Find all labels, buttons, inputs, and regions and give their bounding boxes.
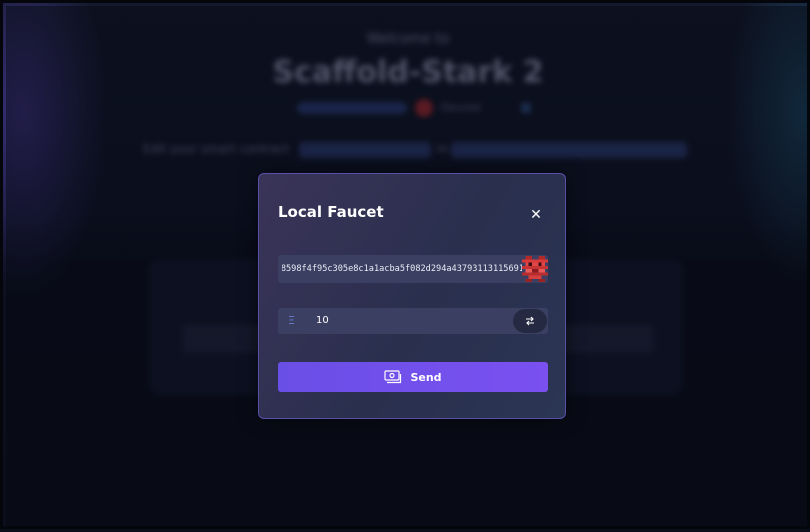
amount-input[interactable]: Ξ 10: [278, 308, 548, 334]
faucet-modal: Local Faucet ✕ 0x64b48806902a367c8598f4f…: [258, 173, 566, 419]
swap-currency-button[interactable]: [513, 309, 547, 333]
close-icon[interactable]: ✕: [528, 207, 544, 223]
amount-value[interactable]: 10: [316, 308, 329, 334]
swap-arrows-icon: [526, 316, 534, 326]
send-label: Send: [410, 370, 442, 384]
cash-icon: [384, 370, 402, 384]
address-value[interactable]: 0x64b48806902a367c8598f4f95c305e8c1a1acb…: [282, 255, 524, 283]
eth-icon: Ξ: [288, 314, 295, 327]
address-input[interactable]: 0x64b48806902a367c8598f4f95c305e8c1a1acb…: [278, 255, 548, 283]
blockie-avatar-icon: [522, 256, 548, 282]
send-button[interactable]: Send: [278, 362, 548, 392]
modal-title: Local Faucet: [278, 203, 384, 221]
